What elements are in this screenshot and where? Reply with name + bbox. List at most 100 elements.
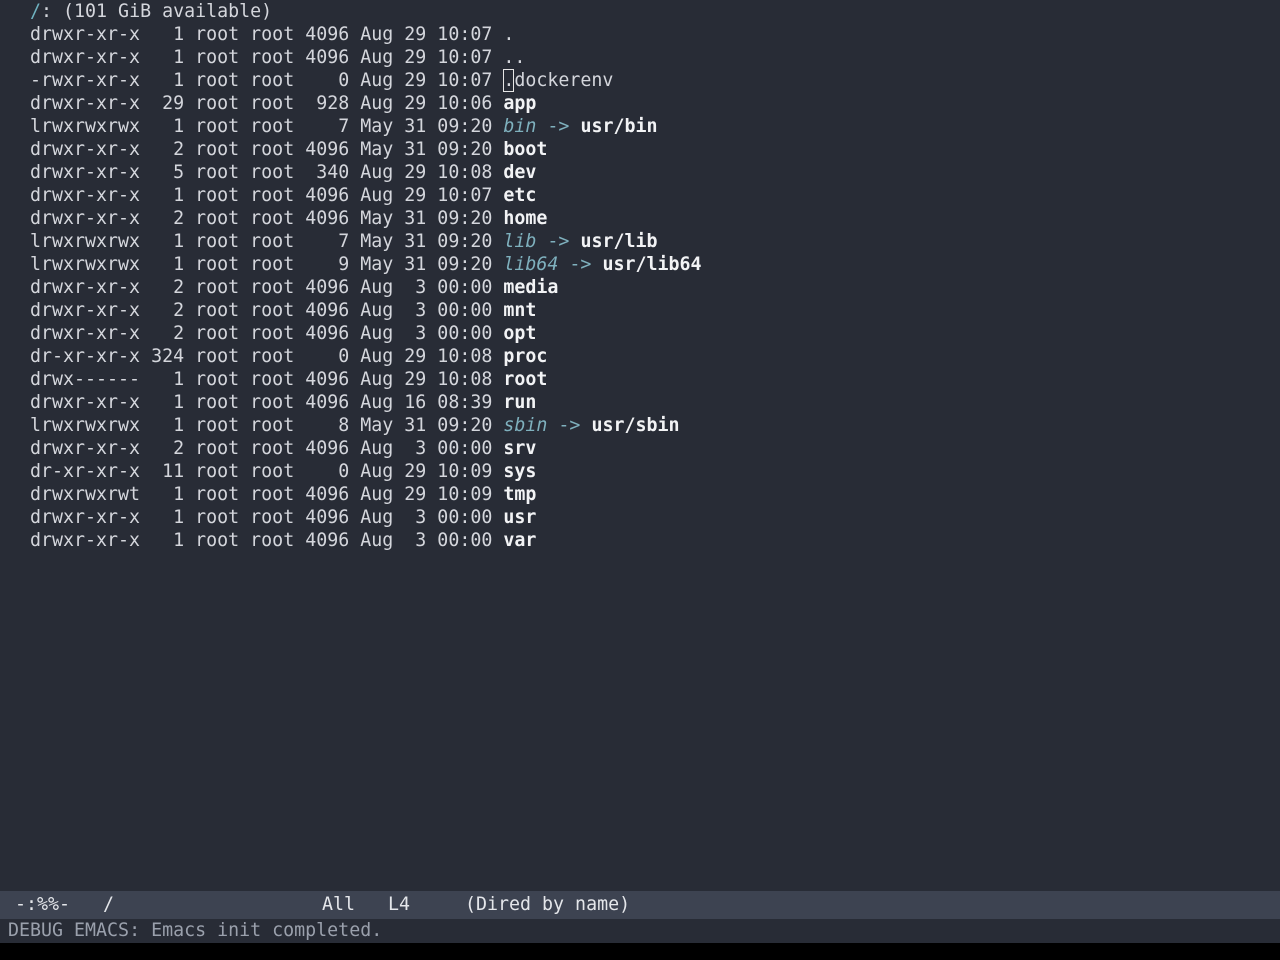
file-name[interactable]: opt — [503, 323, 536, 344]
file-group: root — [250, 162, 295, 183]
file-permissions: dr-xr-xr-x — [30, 346, 141, 367]
file-row-lib[interactable]: lrwxrwxrwx 1 root root 7 May 31 09:20 li… — [30, 230, 657, 253]
file-row-var[interactable]: drwxr-xr-x 1 root root 4096 Aug 3 00:00 … — [30, 529, 536, 552]
file-row-root[interactable]: drwx------ 1 root root 4096 Aug 29 10:08… — [30, 368, 547, 391]
modeline-buffer-name[interactable]: / — [103, 891, 114, 919]
file-name[interactable]: bin — [503, 116, 536, 137]
file-row-lib64[interactable]: lrwxrwxrwx 1 root root 9 May 31 09:20 li… — [30, 253, 702, 276]
file-group: root — [250, 507, 295, 528]
file-name[interactable]: . — [503, 24, 514, 45]
file-group: root — [250, 415, 295, 436]
file-name[interactable]: .. — [503, 47, 525, 68]
file-row-bin[interactable]: lrwxrwxrwx 1 root root 7 May 31 09:20 bi… — [30, 115, 657, 138]
symlink-target[interactable]: usr/lib64 — [602, 254, 701, 275]
file-owner: root — [195, 277, 240, 298]
dired-buffer[interactable]: /: (101 GiB available) drwxr-xr-x 1 root… — [0, 0, 1280, 890]
file-link-count: 1 — [151, 70, 185, 91]
file-link-count: 1 — [151, 47, 185, 68]
file-group: root — [250, 530, 295, 551]
file-size: 4096 — [305, 185, 350, 206]
file-name[interactable]: usr — [503, 507, 536, 528]
file-owner: root — [195, 70, 240, 91]
file-link-count: 324 — [151, 346, 185, 367]
file-permissions: drwxr-xr-x — [30, 162, 141, 183]
file-owner: root — [195, 438, 240, 459]
file-name[interactable]: lib64 — [503, 254, 558, 275]
file-row-proc[interactable]: dr-xr-xr-x 324 root root 0 Aug 29 10:08 … — [30, 345, 547, 368]
file-name[interactable]: root — [503, 369, 547, 390]
file-size: 0 — [305, 346, 350, 367]
file-name[interactable]: boot — [503, 139, 547, 160]
file-name[interactable]: run — [503, 392, 536, 413]
symlink-target[interactable]: usr/lib — [580, 231, 657, 252]
file-group: root — [250, 300, 295, 321]
file-permissions: drwxr-xr-x — [30, 47, 141, 68]
file-size: 4096 — [305, 139, 350, 160]
file-owner: root — [195, 93, 240, 114]
file-row-media[interactable]: drwxr-xr-x 2 root root 4096 Aug 3 00:00 … — [30, 276, 558, 299]
file-link-count: 29 — [151, 93, 185, 114]
file-permissions: drwxr-xr-x — [30, 323, 141, 344]
file-row-dot-dockerenv[interactable]: -rwxr-xr-x 1 root root 0 Aug 29 10:07 .d… — [30, 69, 613, 92]
file-owner: root — [195, 208, 240, 229]
file-row-app[interactable]: drwxr-xr-x 29 root root 928 Aug 29 10:06… — [30, 92, 536, 115]
file-size: 928 — [305, 93, 350, 114]
file-link-count: 1 — [151, 24, 185, 45]
file-link-count: 5 — [151, 162, 185, 183]
file-name[interactable]: proc — [503, 346, 547, 367]
file-owner: root — [195, 392, 240, 413]
file-name[interactable]: media — [503, 277, 558, 298]
file-group: root — [250, 346, 295, 367]
file-link-count: 1 — [151, 530, 185, 551]
file-permissions: drwxr-xr-x — [30, 208, 141, 229]
file-name[interactable]: etc — [503, 185, 536, 206]
file-row-dev[interactable]: drwxr-xr-x 5 root root 340 Aug 29 10:08 … — [30, 161, 536, 184]
file-row-srv[interactable]: drwxr-xr-x 2 root root 4096 Aug 3 00:00 … — [30, 437, 536, 460]
file-permissions: drwxr-xr-x — [30, 530, 141, 551]
file-permissions: lrwxrwxrwx — [30, 116, 141, 137]
file-name[interactable]: home — [503, 208, 547, 229]
file-row-parent-dir[interactable]: drwxr-xr-x 1 root root 4096 Aug 29 10:07… — [30, 46, 525, 69]
file-size: 4096 — [305, 530, 350, 551]
header-directory[interactable]: / — [30, 1, 41, 22]
file-row-tmp[interactable]: drwxrwxrwt 1 root root 4096 Aug 29 10:09… — [30, 483, 536, 506]
file-size: 340 — [305, 162, 350, 183]
file-name[interactable]: tmp — [503, 484, 536, 505]
file-owner: root — [195, 116, 240, 137]
file-name[interactable]: var — [503, 530, 536, 551]
symlink-arrow: -> — [547, 116, 570, 137]
file-row-boot[interactable]: drwxr-xr-x 2 root root 4096 May 31 09:20… — [30, 138, 547, 161]
symlink-target[interactable]: usr/bin — [580, 116, 657, 137]
file-row-sys[interactable]: dr-xr-xr-x 11 root root 0 Aug 29 10:09 s… — [30, 460, 536, 483]
file-name[interactable]: app — [503, 93, 536, 114]
file-name[interactable]: sys — [503, 461, 536, 482]
file-owner: root — [195, 185, 240, 206]
file-group: root — [250, 70, 295, 91]
file-owner: root — [195, 254, 240, 275]
file-group: root — [250, 47, 295, 68]
modeline-major-mode[interactable]: (Dired by name) — [465, 891, 630, 919]
file-permissions: drwxr-xr-x — [30, 277, 141, 298]
file-name[interactable]: dev — [503, 162, 536, 183]
file-name[interactable]: srv — [503, 438, 536, 459]
file-name[interactable]: mnt — [503, 300, 536, 321]
file-row-run[interactable]: drwxr-xr-x 1 root root 4096 Aug 16 08:39… — [30, 391, 536, 414]
file-row-mnt[interactable]: drwxr-xr-x 2 root root 4096 Aug 3 00:00 … — [30, 299, 536, 322]
file-owner: root — [195, 162, 240, 183]
file-row-usr[interactable]: drwxr-xr-x 1 root root 4096 Aug 3 00:00 … — [30, 506, 536, 529]
mode-line: -:%%- / All L4 (Dired by name) — [0, 891, 1280, 919]
modeline-line-number: L4 — [388, 894, 411, 915]
file-name[interactable]: lib — [503, 231, 536, 252]
file-row-opt[interactable]: drwxr-xr-x 2 root root 4096 Aug 3 00:00 … — [30, 322, 536, 345]
file-name[interactable]: .dockerenv — [503, 69, 613, 92]
file-row-home[interactable]: drwxr-xr-x 2 root root 4096 May 31 09:20… — [30, 207, 547, 230]
file-size: 4096 — [305, 277, 350, 298]
file-row-current-dir[interactable]: drwxr-xr-x 1 root root 4096 Aug 29 10:07… — [30, 23, 514, 46]
file-group: root — [250, 24, 295, 45]
file-link-count: 1 — [151, 185, 185, 206]
file-row-sbin[interactable]: lrwxrwxrwx 1 root root 8 May 31 09:20 sb… — [30, 414, 680, 437]
file-modified-date: Aug 3 00:00 — [360, 300, 493, 321]
symlink-target[interactable]: usr/sbin — [591, 415, 679, 436]
file-name[interactable]: sbin — [503, 415, 547, 436]
file-row-etc[interactable]: drwxr-xr-x 1 root root 4096 Aug 29 10:07… — [30, 184, 536, 207]
